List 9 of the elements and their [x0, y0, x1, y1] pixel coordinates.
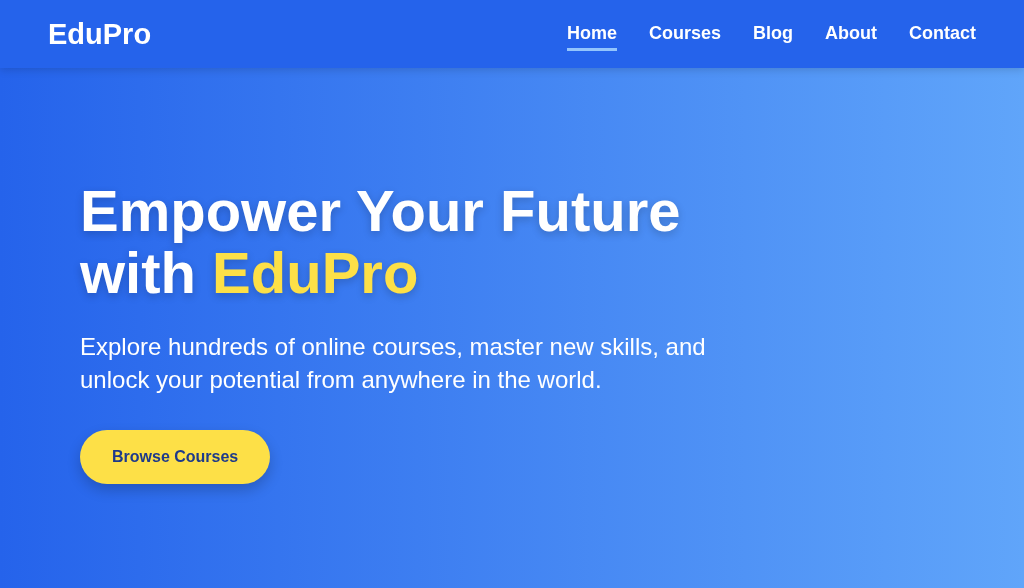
- nav-link[interactable]: Blog: [753, 17, 793, 51]
- logo[interactable]: EduPro: [48, 17, 152, 51]
- nav-link[interactable]: Contact: [909, 17, 976, 51]
- hero-subtitle: Explore hundreds of online courses, master new skills, and unlock your potential from anywhere in the world.: [80, 332, 707, 395]
- hero-heading: Empower Your Future with EduPro: [80, 180, 682, 304]
- nav-link[interactable]: Home: [566, 17, 617, 51]
- browse-courses-button[interactable]: Browse Courses: [80, 430, 271, 484]
- nav-link[interactable]: Courses: [649, 17, 721, 51]
- nav-link[interactable]: About: [825, 17, 877, 51]
